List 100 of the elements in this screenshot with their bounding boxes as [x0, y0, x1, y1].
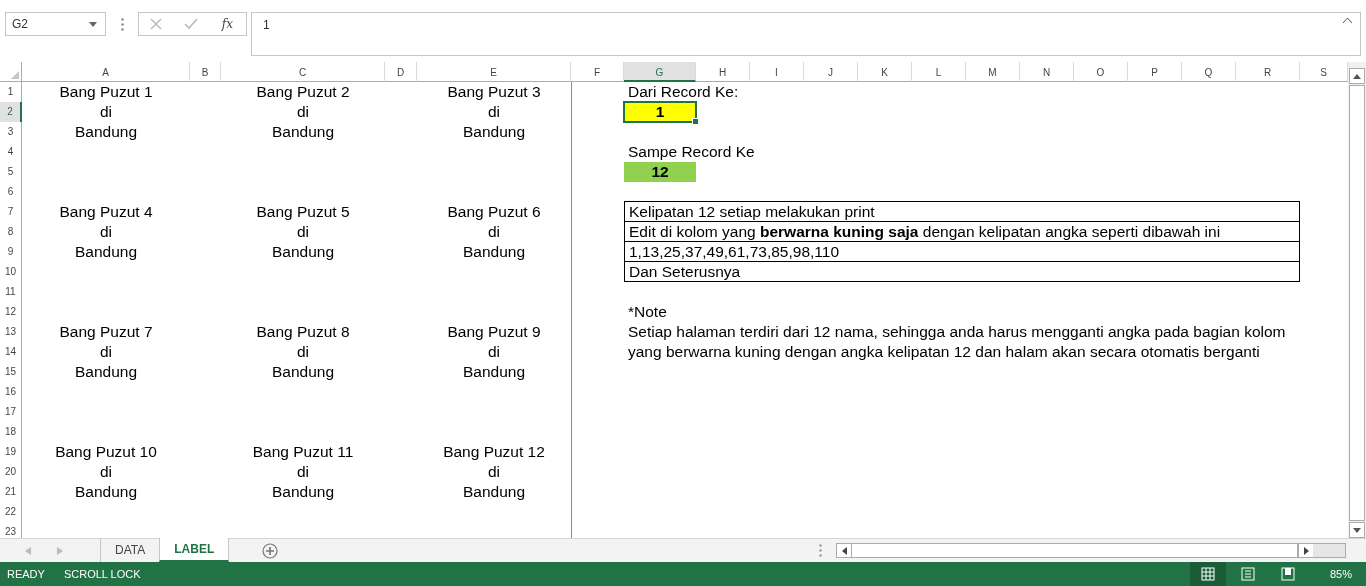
cell-text: Bandung: [271, 242, 335, 262]
row-header[interactable]: 20: [0, 462, 22, 482]
row-header[interactable]: 16: [0, 382, 22, 402]
column-header[interactable]: O: [1074, 62, 1128, 82]
column-header[interactable]: L: [912, 62, 966, 82]
cell-text: Bandung: [271, 482, 335, 502]
cell-text: Bang Puzut 10: [55, 442, 157, 462]
column-header[interactable]: E: [417, 62, 571, 82]
row-header[interactable]: 17: [0, 402, 22, 422]
column-header[interactable]: P: [1128, 62, 1182, 82]
splitter-icon[interactable]: [819, 544, 822, 557]
cell-text: Bang Puzut 7: [59, 322, 153, 342]
scroll-left-button[interactable]: [837, 544, 852, 557]
row-header[interactable]: 3: [0, 122, 22, 142]
vertical-scrollbar[interactable]: [1348, 62, 1366, 538]
left-arrow-icon: [841, 546, 847, 555]
column-header[interactable]: R: [1236, 62, 1300, 82]
cell-text: Bandung: [462, 482, 526, 502]
row-header[interactable]: 21: [0, 482, 22, 502]
cell-text: Bandung: [74, 482, 138, 502]
cell-text: Bandung: [271, 122, 335, 142]
row-header[interactable]: 11: [0, 282, 22, 302]
row-header[interactable]: 6: [0, 182, 22, 202]
sheet-tab[interactable]: LABEL: [159, 538, 230, 562]
status-text: SCROLL LOCK: [63, 568, 141, 580]
input-cell[interactable]: 12: [624, 162, 696, 182]
row-header[interactable]: 22: [0, 502, 22, 522]
scroll-thumb[interactable]: [1349, 85, 1365, 521]
column-header[interactable]: M: [966, 62, 1020, 82]
cell-text: Dari Record Ke:: [628, 82, 739, 102]
column-header[interactable]: Q: [1182, 62, 1236, 82]
more-options-icon[interactable]: [121, 18, 124, 31]
row-header[interactable]: 8: [0, 222, 22, 242]
column-header[interactable]: N: [1020, 62, 1074, 82]
page-layout-icon: [1240, 567, 1255, 581]
cell-text: di: [99, 342, 113, 362]
column-header[interactable]: I: [750, 62, 804, 82]
cell-text: 12: [651, 162, 669, 182]
formula-field[interactable]: 1: [251, 12, 1361, 56]
cell-text: Sampe Record Ke: [628, 142, 755, 162]
column-header[interactable]: B: [190, 62, 221, 82]
cell-text: di: [296, 222, 310, 242]
scroll-thumb[interactable]: [852, 544, 1298, 557]
check-icon[interactable]: [183, 18, 198, 30]
cell-text: di: [99, 102, 113, 122]
row-header[interactable]: 4: [0, 142, 22, 162]
cell-text: di: [487, 462, 501, 482]
right-arrow-icon: [1303, 546, 1309, 555]
column-header[interactable]: A: [22, 62, 190, 82]
cell-text: Bang Puzut 6: [447, 202, 541, 222]
table-cell: Edit di kolom yang berwarna kuning saja dengan kelipatan angka seperti dibawah ini: [624, 221, 1300, 242]
row-header[interactable]: 14: [0, 342, 22, 362]
row-header[interactable]: 10: [0, 262, 22, 282]
cell-text: Bandung: [462, 242, 526, 262]
horizontal-scrollbar[interactable]: [836, 543, 1346, 558]
table-cell: Kelipatan 12 setiap melakukan print: [624, 201, 1300, 222]
row-header[interactable]: 19: [0, 442, 22, 462]
cell-text: di: [99, 222, 113, 242]
cell-text: Bandung: [462, 122, 526, 142]
sheet-tab[interactable]: DATA: [101, 539, 160, 561]
column-header[interactable]: G: [624, 62, 696, 82]
row-header[interactable]: 2: [0, 102, 22, 122]
row-header[interactable]: 7: [0, 202, 22, 222]
cell-text: Bang Puzut 1: [59, 82, 153, 102]
column-header[interactable]: D: [385, 62, 417, 82]
insert-function-button[interactable]: fx: [219, 17, 235, 31]
row-header[interactable]: 13: [0, 322, 22, 342]
input-cell[interactable]: 1: [624, 102, 696, 122]
zoom-level[interactable]: 85%: [1329, 568, 1352, 580]
fill-handle[interactable]: [692, 118, 699, 125]
add-sheet-icon[interactable]: [262, 542, 279, 559]
cell-text: yang berwarna kuning dengan angka kelipatan 12 dan halam akan secara otomatis berganti: [628, 342, 1260, 362]
scroll-up-button[interactable]: [1349, 68, 1365, 84]
row-header[interactable]: 15: [0, 362, 22, 382]
column-header[interactable]: K: [858, 62, 912, 82]
dropdown-caret-icon[interactable]: [89, 21, 97, 27]
cell-text: Bandung: [462, 362, 526, 382]
page-break-icon: [1280, 567, 1295, 581]
row-header[interactable]: 9: [0, 242, 22, 262]
down-arrow-icon: [1353, 527, 1361, 533]
collapse-caret-icon[interactable]: [1343, 18, 1352, 23]
row-header[interactable]: 18: [0, 422, 22, 442]
view-button[interactable]: [1189, 562, 1226, 586]
column-header[interactable]: C: [221, 62, 385, 82]
cancel-icon[interactable]: [149, 18, 162, 30]
cell-text: di: [296, 462, 310, 482]
up-arrow-icon: [1353, 73, 1361, 79]
row-header[interactable]: 12: [0, 302, 22, 322]
table-cell: 1,13,25,37,49,61,73,85,98,110: [624, 241, 1300, 262]
cell-text: Bang Puzut 11: [252, 442, 354, 462]
row-header[interactable]: 5: [0, 162, 22, 182]
cell-text: Bang Puzut 9: [447, 322, 541, 342]
cell-text: Setiap halaman terdiri dari 12 nama, sehingga anda harus mengganti angka pada bagian kolom: [628, 322, 1286, 342]
column-header[interactable]: H: [696, 62, 750, 82]
name-box[interactable]: G2: [5, 12, 106, 36]
column-header[interactable]: J: [804, 62, 858, 82]
table-cell: Dan Seterusnya: [624, 261, 1300, 282]
cell-text: Bang Puzut 5: [256, 202, 350, 222]
scroll-down-button[interactable]: [1349, 522, 1365, 538]
scroll-right-button[interactable]: [1298, 544, 1313, 557]
